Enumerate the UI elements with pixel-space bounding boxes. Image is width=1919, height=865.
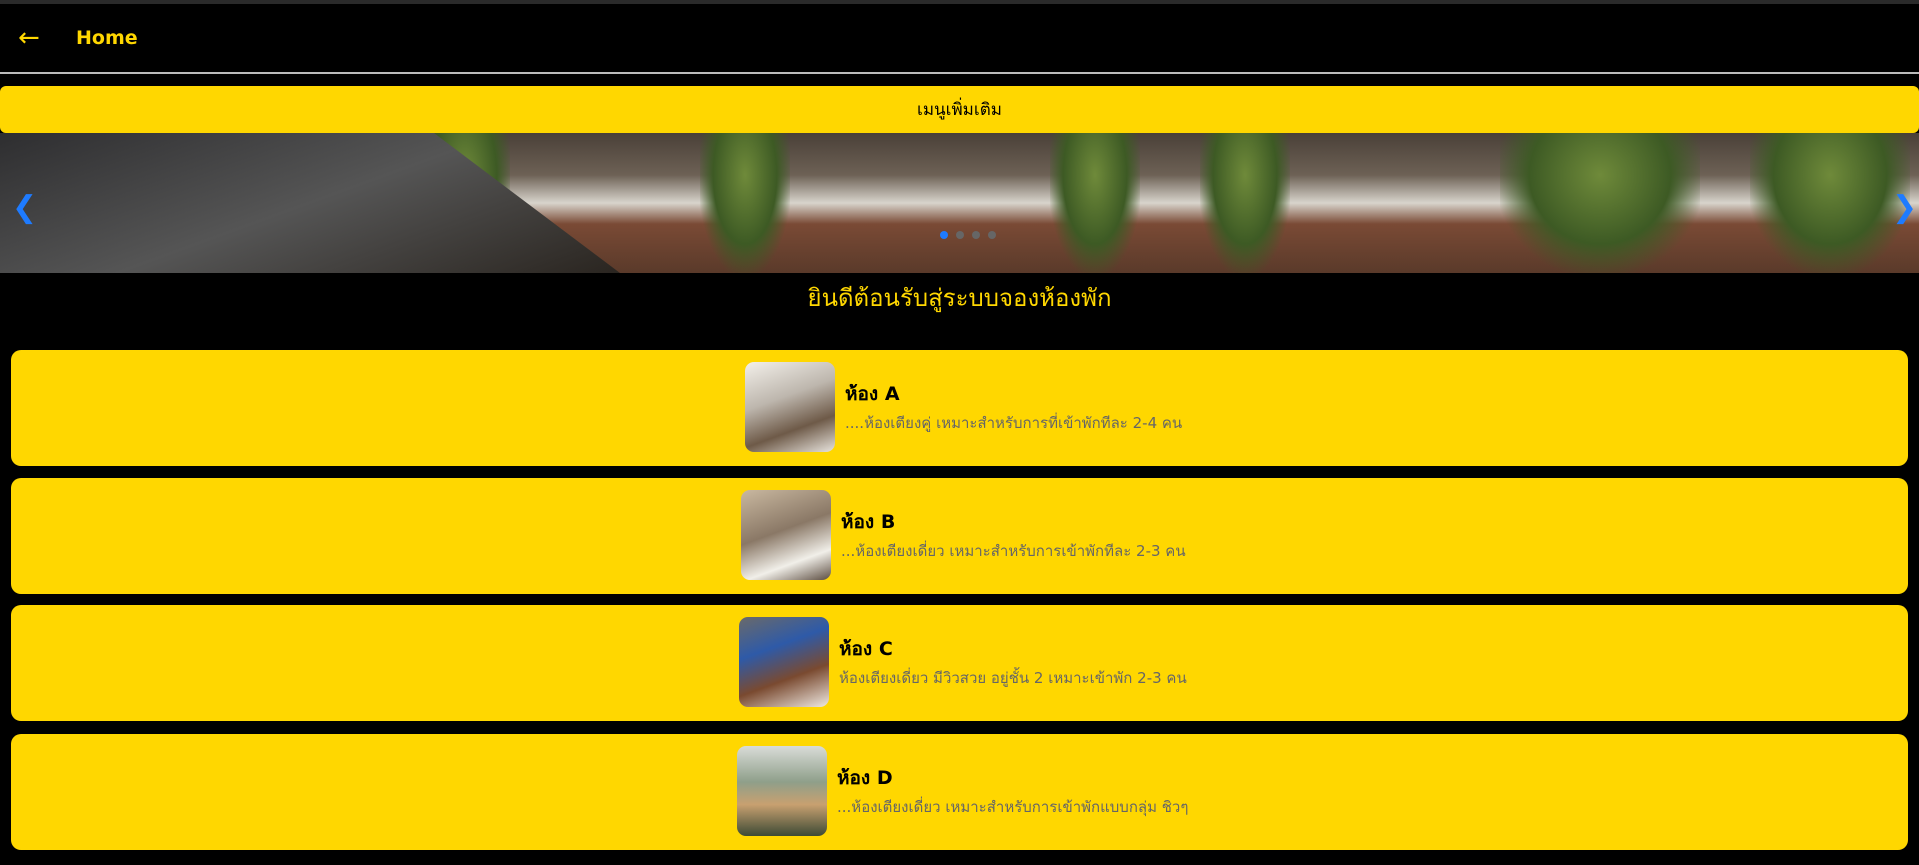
more-menu-label: เมนูเพิ่มเติม xyxy=(917,100,1002,120)
carousel-prev-icon[interactable]: ❮ xyxy=(12,190,37,225)
room-a-image xyxy=(745,362,835,452)
room-description: ....ห้องเตียงคู่ เหมาะสำหรับการที่เข้าพั… xyxy=(845,414,1183,432)
carousel-indicators xyxy=(940,231,996,239)
room-card-a[interactable]: ห้อง A ....ห้องเตียงคู่ เหมาะสำหรับการที่… xyxy=(11,350,1908,466)
carousel-dot[interactable] xyxy=(972,231,980,239)
more-menu-button[interactable]: เมนูเพิ่มเติม xyxy=(0,86,1919,133)
room-name: ห้อง C xyxy=(839,638,893,660)
welcome-heading: ยินดีต้อนรับสู่ระบบจองห้องพัก xyxy=(807,284,1112,312)
room-c-image xyxy=(739,617,829,707)
carousel-next-icon[interactable]: ❯ xyxy=(1892,190,1917,225)
room-card-c[interactable]: ห้อง C ห้องเตียงเดี่ยว มีวิวสวย อยู่ชั้น … xyxy=(11,605,1908,721)
room-description: ...ห้องเตียงเดี่ยว เหมาะสำหรับการเข้าพัก… xyxy=(841,542,1186,560)
carousel-dot[interactable] xyxy=(940,231,948,239)
page-title: Home xyxy=(76,27,138,49)
room-description: ห้องเตียงเดี่ยว มีวิวสวย อยู่ชั้น 2 เหมา… xyxy=(839,669,1187,687)
room-card-b[interactable]: ห้อง B ...ห้องเตียงเดี่ยว เหมาะสำหรับการเ… xyxy=(11,478,1908,594)
app-header: ← Home xyxy=(0,4,1919,74)
room-name: ห้อง A xyxy=(845,383,900,405)
hotel-carousel-image xyxy=(0,133,1919,273)
room-name: ห้อง D xyxy=(837,767,893,789)
carousel-dot[interactable] xyxy=(956,231,964,239)
room-name: ห้อง B xyxy=(841,511,896,533)
back-arrow-icon[interactable]: ← xyxy=(18,23,58,53)
carousel-dot[interactable] xyxy=(988,231,996,239)
room-d-image xyxy=(737,746,827,836)
room-card-d[interactable]: ห้อง D ...ห้องเตียงเดี่ยว เหมาะสำหรับการเ… xyxy=(11,734,1908,850)
room-description: ...ห้องเตียงเดี่ยว เหมาะสำหรับการเข้าพัก… xyxy=(837,798,1189,816)
room-b-image xyxy=(741,490,831,580)
